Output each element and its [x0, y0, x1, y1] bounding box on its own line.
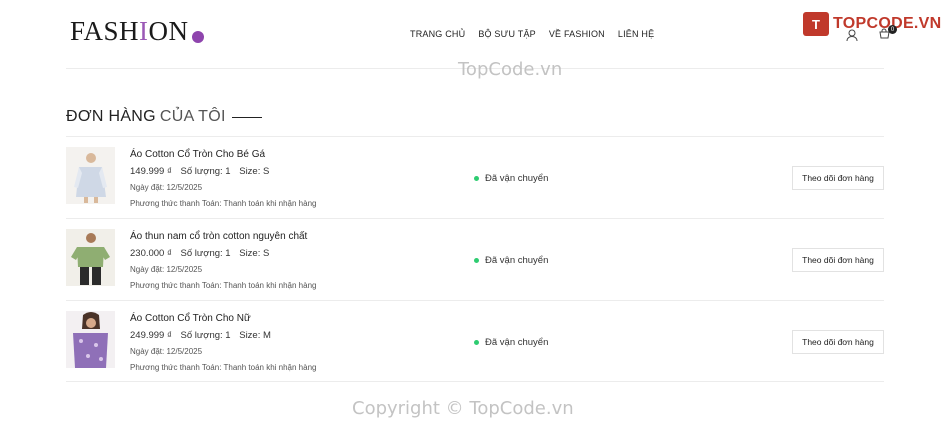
nav-collection[interactable]: BỘ SƯU TẬP — [478, 29, 536, 39]
payment-method: Phương thức thanh Toán: Thanh toán khi n… — [130, 281, 317, 290]
order-list: Áo Cotton Cổ Tròn Cho Bé Gá 149.999 ₫ Số… — [66, 136, 884, 382]
status-text: Đã vận chuyển — [485, 337, 549, 348]
main-nav: TRANG CHỦ BỘ SƯU TẬP VỀ FASHION LIÊN HỆ — [410, 29, 654, 39]
product-quantity: Số lượng: 1 — [180, 330, 231, 341]
product-size: Size: S — [239, 166, 270, 177]
product-size: Size: M — [239, 330, 271, 341]
order-row: Áo Cotton Cổ Tròn Cho Bé Gá 149.999 ₫ Số… — [66, 136, 884, 218]
title-rule — [231, 116, 262, 118]
status-text: Đã vận chuyển — [485, 255, 549, 266]
nav-contact[interactable]: LIÊN HỆ — [618, 29, 654, 39]
watermark-top: TopCode.vn — [458, 59, 563, 80]
nav-about[interactable]: VỀ FASHION — [549, 29, 605, 39]
product-name[interactable]: Áo Cotton Cổ Tròn Cho Nữ — [130, 313, 316, 324]
product-price: 230.000 ₫ — [130, 248, 172, 259]
order-status: Đã vận chuyển — [474, 173, 548, 184]
product-price: 149.999 ₫ — [130, 166, 172, 177]
product-quantity: Số lượng: 1 — [180, 248, 231, 259]
logo-text-2: ON — [148, 16, 189, 46]
order-status: Đã vận chuyển — [474, 255, 548, 266]
product-name[interactable]: Áo thun nam cổ tròn cotton nguyên chất — [130, 231, 316, 242]
logo-text-accent: I — [139, 16, 149, 46]
topcode-mark: T — [803, 12, 829, 36]
payment-method: Phương thức thanh Toán: Thanh toán khi n… — [130, 199, 317, 208]
status-dot-icon — [474, 258, 479, 263]
order-meta: 230.000 ₫ Số lượng: 1 Size: S — [130, 248, 316, 259]
order-info: Áo Cotton Cổ Tròn Cho Bé Gá 149.999 ₫ Số… — [130, 149, 316, 215]
brand-logo[interactable]: FASH I ON — [70, 16, 204, 47]
order-row: Áo Cotton Cổ Tròn Cho Nữ 249.999 ₫ Số lư… — [66, 300, 884, 382]
order-date: Ngày đặt: 12/5/2025 — [130, 183, 203, 192]
product-name[interactable]: Áo Cotton Cổ Tròn Cho Bé Gá — [130, 149, 316, 160]
watermark-bottom: Copyright © TopCode.vn — [352, 398, 574, 419]
product-image[interactable] — [66, 147, 115, 204]
track-order-button[interactable]: Theo dõi đơn hàng — [792, 166, 884, 190]
order-date: Ngày đặt: 12/5/2025 — [130, 265, 203, 274]
order-meta: 149.999 ₫ Số lượng: 1 Size: S — [130, 166, 316, 177]
status-dot-icon — [474, 340, 479, 345]
cart-count-badge: 0 — [888, 25, 897, 34]
page-title-light: CỦA TÔI — [159, 108, 226, 125]
page-title-strong: ĐƠN HÀNG — [66, 108, 156, 125]
payment-method: Phương thức thanh Toán: Thanh toán khi n… — [130, 363, 317, 372]
product-size: Size: S — [239, 248, 270, 259]
track-order-button[interactable]: Theo dõi đơn hàng — [792, 330, 884, 354]
product-price: 249.999 ₫ — [130, 330, 172, 341]
order-meta: 249.999 ₫ Số lượng: 1 Size: M — [130, 330, 316, 341]
product-quantity: Số lượng: 1 — [180, 166, 231, 177]
order-status: Đã vận chuyển — [474, 337, 548, 348]
logo-text-1: FASH — [70, 16, 140, 46]
status-text: Đã vận chuyển — [485, 173, 549, 184]
order-date: Ngày đặt: 12/5/2025 — [130, 347, 203, 356]
product-image[interactable] — [66, 311, 115, 368]
product-image[interactable] — [66, 229, 115, 286]
cart-icon[interactable]: 0 — [877, 25, 897, 42]
user-icon[interactable] — [845, 28, 859, 42]
order-info: Áo thun nam cổ tròn cotton nguyên chất 2… — [130, 231, 316, 297]
page-title: ĐƠN HÀNG CỦA TÔI — [66, 108, 262, 126]
header-icons: 0 — [845, 25, 897, 42]
status-dot-icon — [474, 176, 479, 181]
order-row: Áo thun nam cổ tròn cotton nguyên chất 2… — [66, 218, 884, 300]
nav-home[interactable]: TRANG CHỦ — [410, 29, 465, 39]
order-info: Áo Cotton Cổ Tròn Cho Nữ 249.999 ₫ Số lư… — [130, 313, 316, 379]
track-order-button[interactable]: Theo dõi đơn hàng — [792, 248, 884, 272]
logo-dot — [191, 30, 204, 43]
